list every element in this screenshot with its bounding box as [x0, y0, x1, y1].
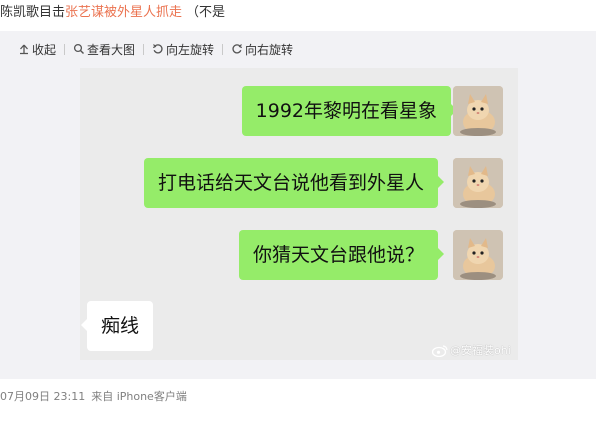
- chat-message-outgoing: 1992年黎明在看星象: [241, 86, 458, 136]
- rotate-right-label: 向右旋转: [245, 42, 294, 57]
- rotate-left-button[interactable]: 向左旋转: [152, 38, 214, 60]
- post-text-after: （不是: [186, 5, 226, 20]
- magnifier-icon: [73, 43, 85, 55]
- chat-message-incoming: 痴线: [80, 301, 154, 351]
- post-author[interactable]: 陈凯歌: [0, 5, 39, 20]
- post-highlight-link[interactable]: 张艺谋被外星人抓走: [65, 5, 182, 20]
- cat-avatar-icon: [453, 86, 503, 136]
- image-toolbar: 收起 查看大图 向左旋转 向右旋转: [18, 38, 293, 60]
- avatar: [453, 86, 503, 136]
- toolbar-divider: [222, 43, 224, 55]
- chat-message-outgoing: 你猜天文台跟他说？: [238, 230, 445, 280]
- cat-avatar-icon: [453, 158, 503, 208]
- post-meta: 07月09日 23:11 来自 iPhone客户端: [0, 389, 187, 405]
- toolbar-divider: [64, 43, 66, 55]
- view-large-button[interactable]: 查看大图: [73, 38, 135, 60]
- avatar: [453, 158, 503, 208]
- post-datetime[interactable]: 07月09日 23:11: [0, 390, 85, 403]
- watermark: @安福装ohi: [432, 341, 511, 359]
- toolbar-divider: [143, 43, 145, 55]
- collapse-label: 收起: [32, 42, 57, 57]
- rotate-left-icon: [152, 43, 164, 55]
- rotate-right-icon: [231, 43, 243, 55]
- post-text: 陈凯歌目击张艺谋被外星人抓走 （不是: [0, 3, 225, 23]
- chat-message-outgoing: 打电话给天文台说他看到外星人: [143, 158, 445, 208]
- avatar: [453, 230, 503, 280]
- watermark-text: @安福装ohi: [450, 344, 511, 357]
- weibo-logo-icon: [432, 344, 448, 357]
- view-large-label: 查看大图: [87, 42, 136, 57]
- chat-screenshot-image[interactable]: 1992年黎明在看星象 打电话给天文台说他看到外星人 你猜天文台跟他说？ 痴线: [80, 68, 518, 360]
- cat-avatar-icon: [453, 230, 503, 280]
- rotate-left-label: 向左旋转: [166, 42, 215, 57]
- post-source: 来自 iPhone客户端: [91, 390, 187, 403]
- post-text-before: 目击: [39, 5, 66, 20]
- rotate-right-button[interactable]: 向右旋转: [231, 38, 293, 60]
- collapse-button[interactable]: 收起: [18, 38, 56, 60]
- collapse-arrow-icon: [18, 43, 30, 55]
